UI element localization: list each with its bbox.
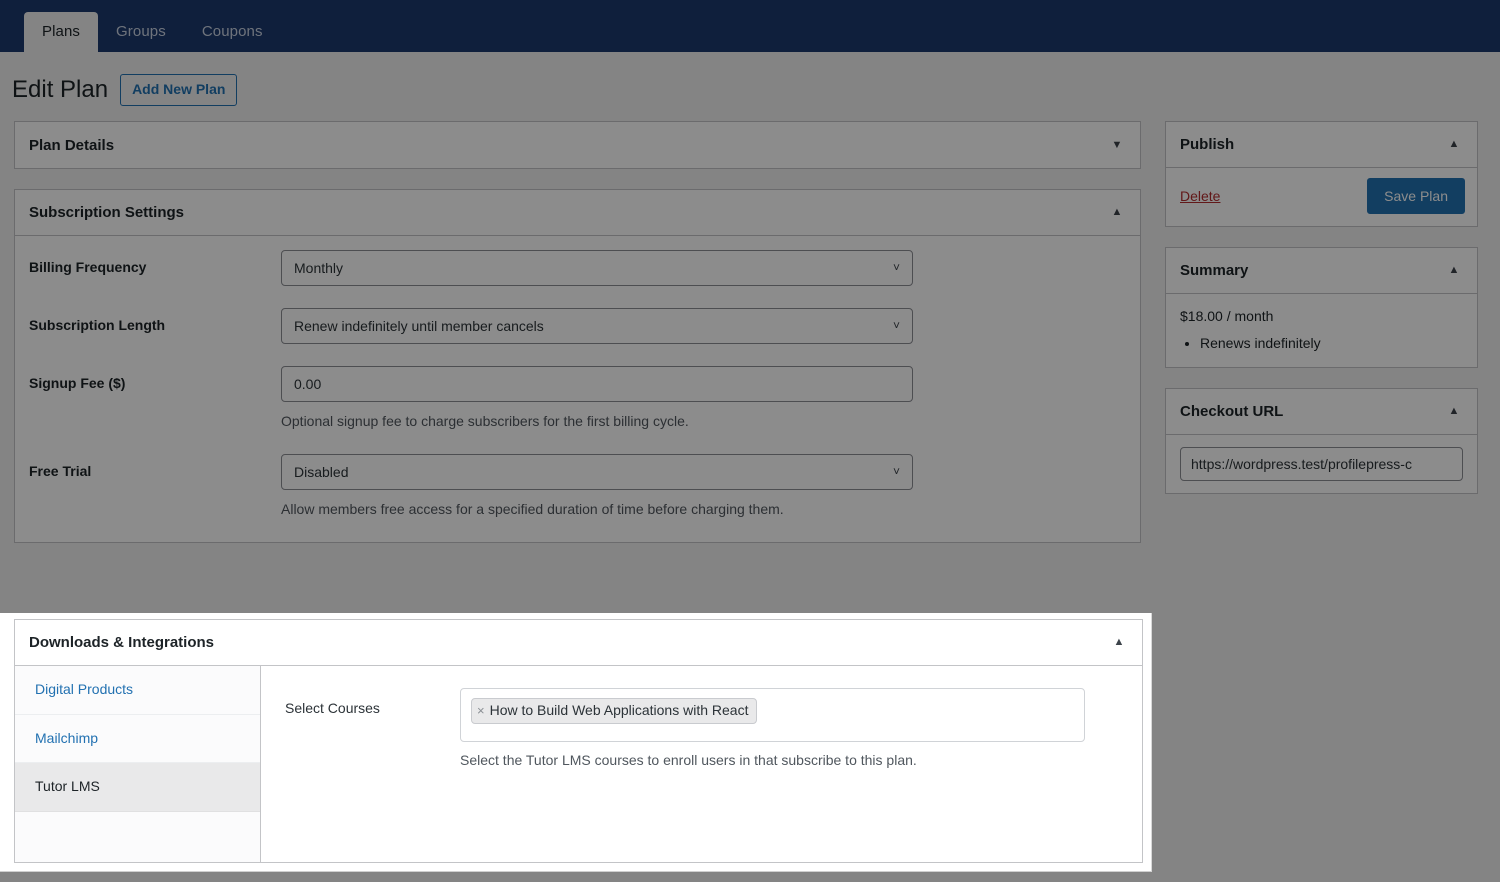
chevron-down-icon[interactable]: ▼ [1106,134,1128,156]
nav-tab-groups[interactable]: Groups [98,12,184,52]
panel-downloads-integrations-header[interactable]: Downloads & Integrations ▲ [15,620,1142,666]
field-row-billing-frequency: Billing Frequency Monthly ˅ [29,250,1126,286]
panel-subscription-settings-body: Billing Frequency Monthly ˅ Subscription… [15,236,1140,542]
select-courses-help: Select the Tutor LMS courses to enroll u… [460,752,917,768]
course-token[interactable]: × How to Build Web Applications with Rea… [471,698,758,724]
sidebar-column: Publish ▲ Delete Save Plan Summary ▲ $18… [1165,121,1478,514]
subscription-length-value: Renew indefinitely until member cancels [294,318,544,334]
free-trial-value: Disabled [294,464,349,480]
panel-checkout-url: Checkout URL ▲ [1165,387,1478,494]
panel-subscription-settings: Subscription Settings ▲ Billing Frequenc… [14,189,1141,543]
select-courses-label: Select Courses [285,700,380,716]
course-token-label: How to Build Web Applications with React [489,701,749,718]
panel-publish: Publish ▲ Delete Save Plan [1165,121,1478,228]
panel-title: Plan Details [29,136,115,154]
panel-summary-body: $18.00 / month Renews indefinitely [1166,294,1477,366]
top-nav-bar: Plans Groups Coupons [0,0,1500,52]
integrations-tab-label: Mailchimp [35,729,99,746]
chevron-down-icon: ˅ [892,318,900,333]
page-title-row: Edit Plan Add New Plan [0,52,1500,108]
panel-publish-header[interactable]: Publish ▲ [1166,122,1477,168]
field-label: Signup Fee ($) [29,375,126,391]
panel-title: Publish [1180,136,1235,153]
integrations-tab-digital-products[interactable]: Digital Products [15,666,260,715]
summary-list: Renews indefinitely [1180,332,1463,354]
page-title: Edit Plan [12,75,109,103]
checkout-url-input[interactable] [1180,446,1463,481]
panel-checkout-url-body [1166,435,1477,493]
nav-tab-plans[interactable]: Plans [24,12,99,52]
chevron-up-icon[interactable]: ▲ [1443,134,1465,156]
integrations-tab-list: Digital Products Mailchimp Tutor LMS [15,666,261,862]
field-label: Subscription Length [29,317,166,333]
panel-subscription-settings-header[interactable]: Subscription Settings ▲ [15,190,1140,236]
field-row-subscription-length: Subscription Length Renew indefinitely u… [29,308,1126,344]
panel-checkout-url-header[interactable]: Checkout URL ▲ [1166,389,1477,435]
field-row-select-courses: Select Courses × How to Build Web Applic… [285,688,1126,771]
panel-plan-details: Plan Details ▼ [14,121,1141,169]
panel-plan-details-header[interactable]: Plan Details ▼ [15,122,1140,168]
content-area: Plan Details ▼ Subscription Settings ▲ B… [0,108,1500,563]
field-control-wrap: Disabled ˅ Allow members free access for… [281,454,1126,520]
main-column: Plan Details ▼ Subscription Settings ▲ B… [14,121,1141,563]
field-row-signup-fee: Signup Fee ($) 0.00 Optional signup fee … [29,366,1126,432]
field-label: Billing Frequency [29,259,147,275]
field-control-wrap: Monthly ˅ [281,250,1126,286]
billing-frequency-select[interactable]: Monthly ˅ [281,250,913,286]
field-label: Free Trial [29,463,92,479]
panel-title: Downloads & Integrations [29,634,215,651]
free-trial-select[interactable]: Disabled ˅ [281,454,913,490]
integrations-tab-tutor-lms[interactable]: Tutor LMS [15,763,260,812]
select-courses-field-wrap: × How to Build Web Applications with Rea… [460,688,1126,771]
chevron-up-icon[interactable]: ▲ [1443,260,1465,282]
integrations-tab-label: Tutor LMS [35,778,100,795]
signup-fee-help: Optional signup fee to charge subscriber… [281,413,689,429]
remove-token-icon[interactable]: × [477,704,485,717]
select-courses-multiselect[interactable]: × How to Build Web Applications with Rea… [460,688,1085,742]
field-row-free-trial: Free Trial Disabled ˅ Allow members free… [29,454,1126,520]
save-plan-button[interactable]: Save Plan [1367,178,1465,215]
signup-fee-input[interactable]: 0.00 [281,366,913,402]
chevron-up-icon[interactable]: ▲ [1443,400,1465,422]
panel-title: Checkout URL [1180,402,1284,420]
nav-tab-label: Groups [116,23,166,40]
chevron-up-icon[interactable]: ▲ [1108,632,1130,654]
integrations-tab-mailchimp[interactable]: Mailchimp [15,714,260,764]
delete-link[interactable]: Delete [1180,188,1220,204]
chevron-down-icon: ˅ [892,260,900,275]
nav-tab-label: Coupons [201,23,263,40]
field-control-wrap: Renew indefinitely until member cancels … [281,308,1126,344]
panel-downloads-integrations-body: Digital Products Mailchimp Tutor LMS Sel… [15,666,1142,862]
panel-summary-header[interactable]: Summary ▲ [1166,248,1477,295]
billing-frequency-value: Monthly [294,260,344,276]
panel-downloads-integrations: Downloads & Integrations ▲ Digital Produ… [14,619,1143,863]
panel-summary: Summary ▲ $18.00 / month Renews indefini… [1165,247,1478,368]
nav-tab-coupons[interactable]: Coupons [184,12,281,52]
spotlight-highlight-frame: Downloads & Integrations ▲ Digital Produ… [0,613,1152,872]
panel-publish-body: Delete Save Plan [1166,168,1477,226]
summary-list-item: Renews indefinitely [1200,332,1463,354]
subscription-length-select[interactable]: Renew indefinitely until member cancels … [281,308,913,344]
free-trial-help: Allow members free access for a specifie… [281,501,784,517]
chevron-up-icon[interactable]: ▲ [1106,202,1128,224]
integrations-tab-panel-tutor-lms: Select Courses × How to Build Web Applic… [261,666,1142,862]
panel-title: Subscription Settings [29,204,185,221]
panel-title: Summary [1180,262,1249,280]
chevron-down-icon: ˅ [892,464,900,479]
signup-fee-value: 0.00 [294,376,322,392]
summary-price: $18.00 / month [1180,308,1274,325]
integrations-tab-label: Digital Products [35,681,134,697]
field-control-wrap: 0.00 Optional signup fee to charge subsc… [281,366,1126,432]
nav-tab-label: Plans [42,23,81,40]
add-new-plan-button[interactable]: Add New Plan [120,74,238,106]
